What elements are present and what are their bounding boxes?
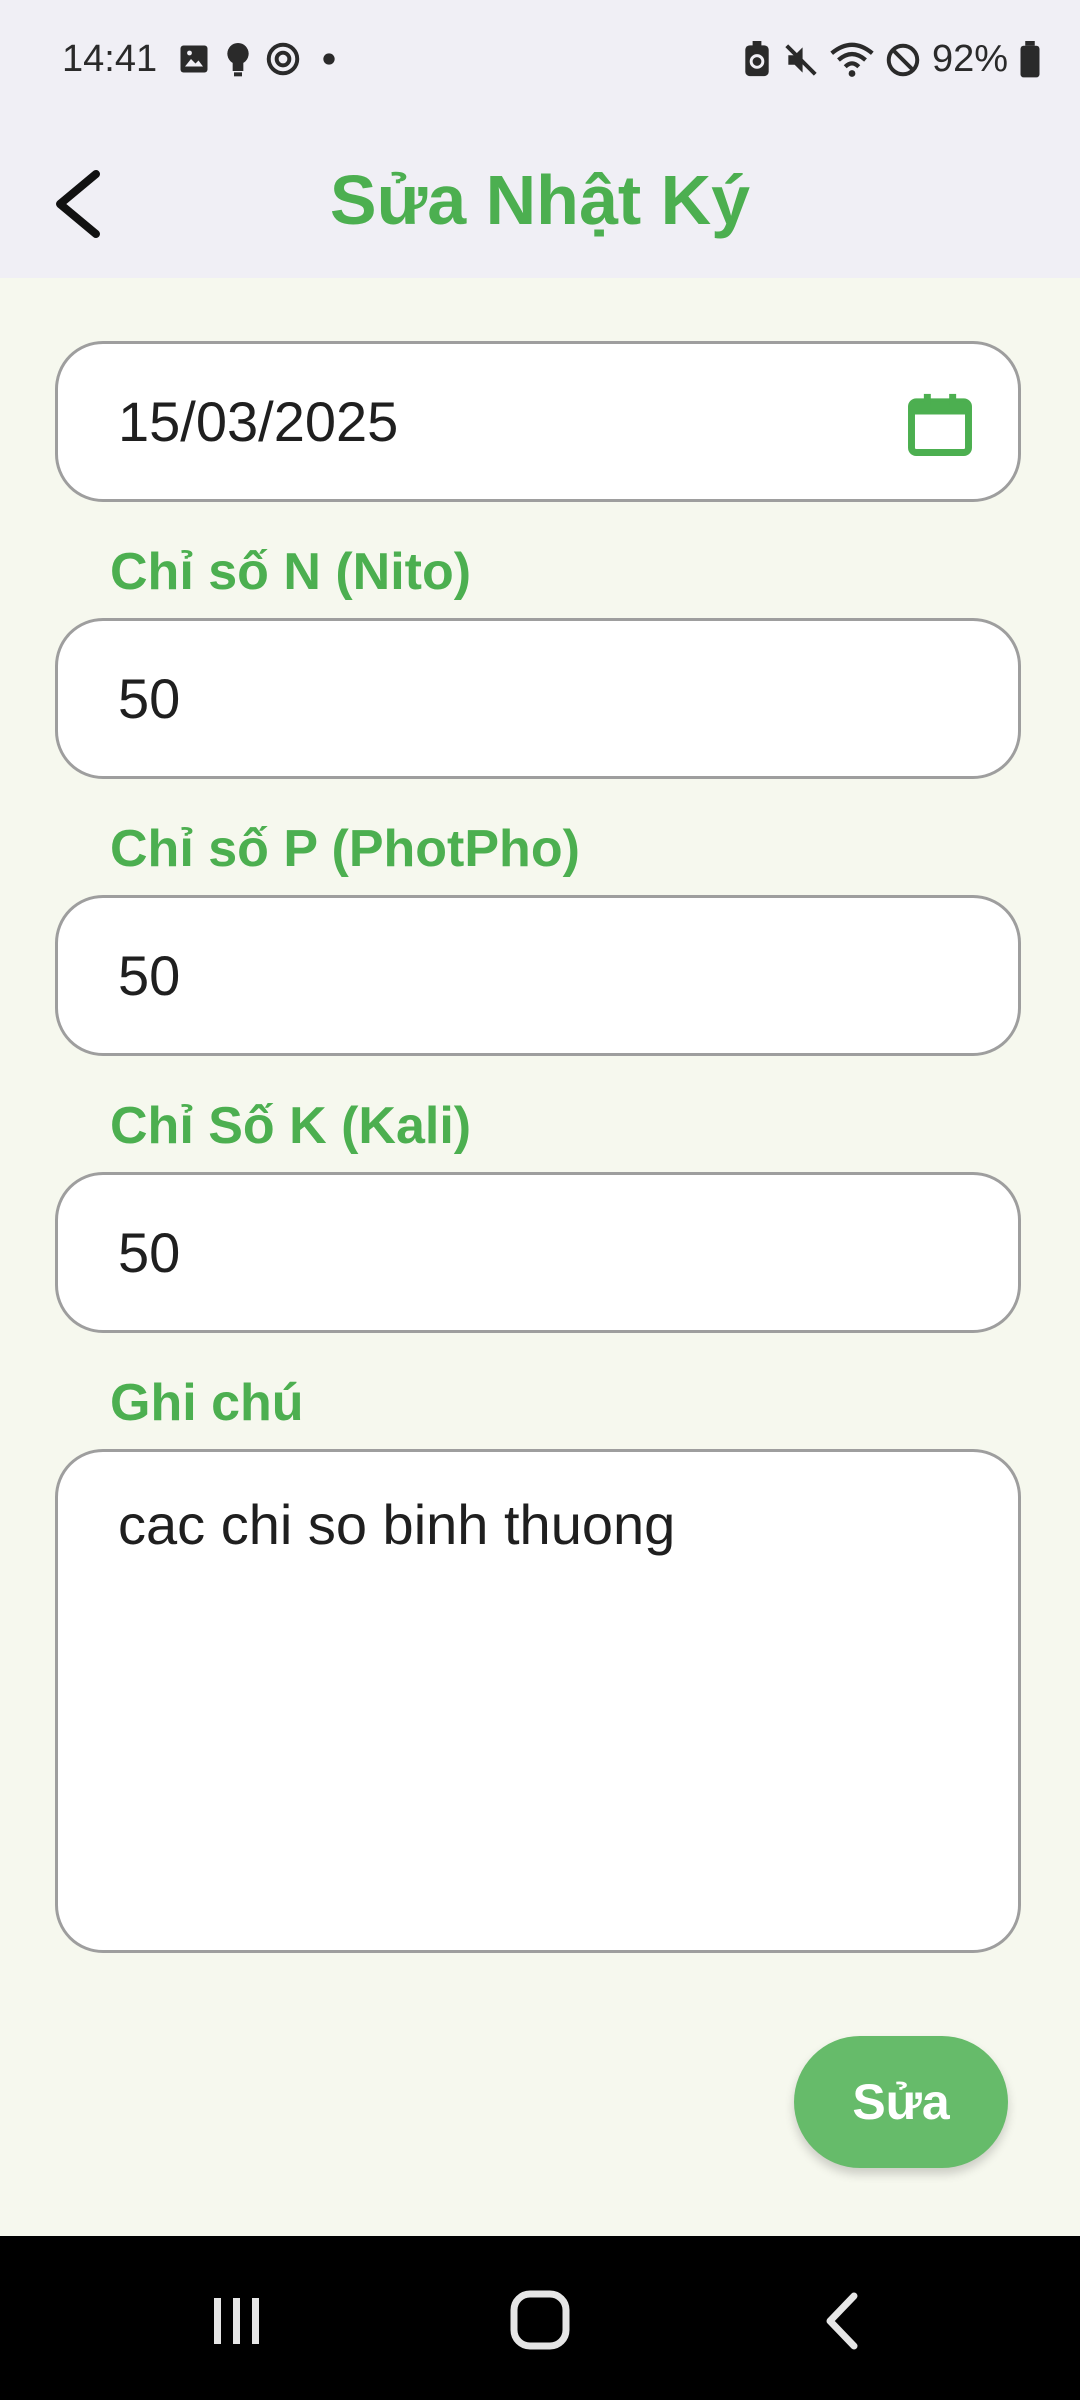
date-field[interactable]: 15/03/2025 [55,341,1021,502]
note-textarea[interactable]: cac chi so binh thuong [55,1449,1021,1953]
dot-icon [312,42,346,76]
home-button[interactable] [490,2276,590,2366]
p-value: 50 [118,944,181,1007]
status-left-icons [176,40,346,78]
recents-icon [186,2276,286,2366]
battery-icon [1018,40,1042,79]
date-value: 15/03/2025 [118,390,399,453]
status-right: 92% [742,38,1042,81]
home-icon [490,2276,590,2366]
system-nav-bar [0,2236,1080,2400]
mute-icon [782,41,820,79]
k-label: Chỉ Số K (Kali) [110,1097,472,1155]
do-not-disturb-icon [884,41,922,79]
nav-back-button[interactable] [794,2276,894,2366]
recents-button[interactable] [186,2276,286,2366]
note-label: Ghi chú [110,1374,304,1432]
back-icon [794,2276,894,2366]
n-input[interactable]: 50 [55,618,1021,779]
status-bar: 14:41 92% [0,0,1080,122]
bulb-icon [222,40,254,78]
battery-saver-icon [742,40,772,79]
k-value: 50 [118,1221,181,1284]
page-title: Sửa Nhật Ký [329,161,751,239]
p-label: Chỉ số P (PhotPho) [110,820,580,878]
p-input[interactable]: 50 [55,895,1021,1056]
n-label: Chỉ số N (Nito) [110,543,472,601]
edit-button[interactable]: Sửa [794,2036,1008,2168]
n-value: 50 [118,667,181,730]
focus-icon [264,40,302,78]
calendar-icon[interactable] [902,386,978,467]
wifi-icon [830,41,874,79]
battery-percent: 92% [931,38,1008,80]
status-time: 14:41 [62,38,158,80]
app-bar: Sửa Nhật Ký [0,122,1080,278]
image-icon [176,41,212,77]
note-value: cac chi so binh thuong [118,1493,676,1556]
k-input[interactable]: 50 [55,1172,1021,1333]
